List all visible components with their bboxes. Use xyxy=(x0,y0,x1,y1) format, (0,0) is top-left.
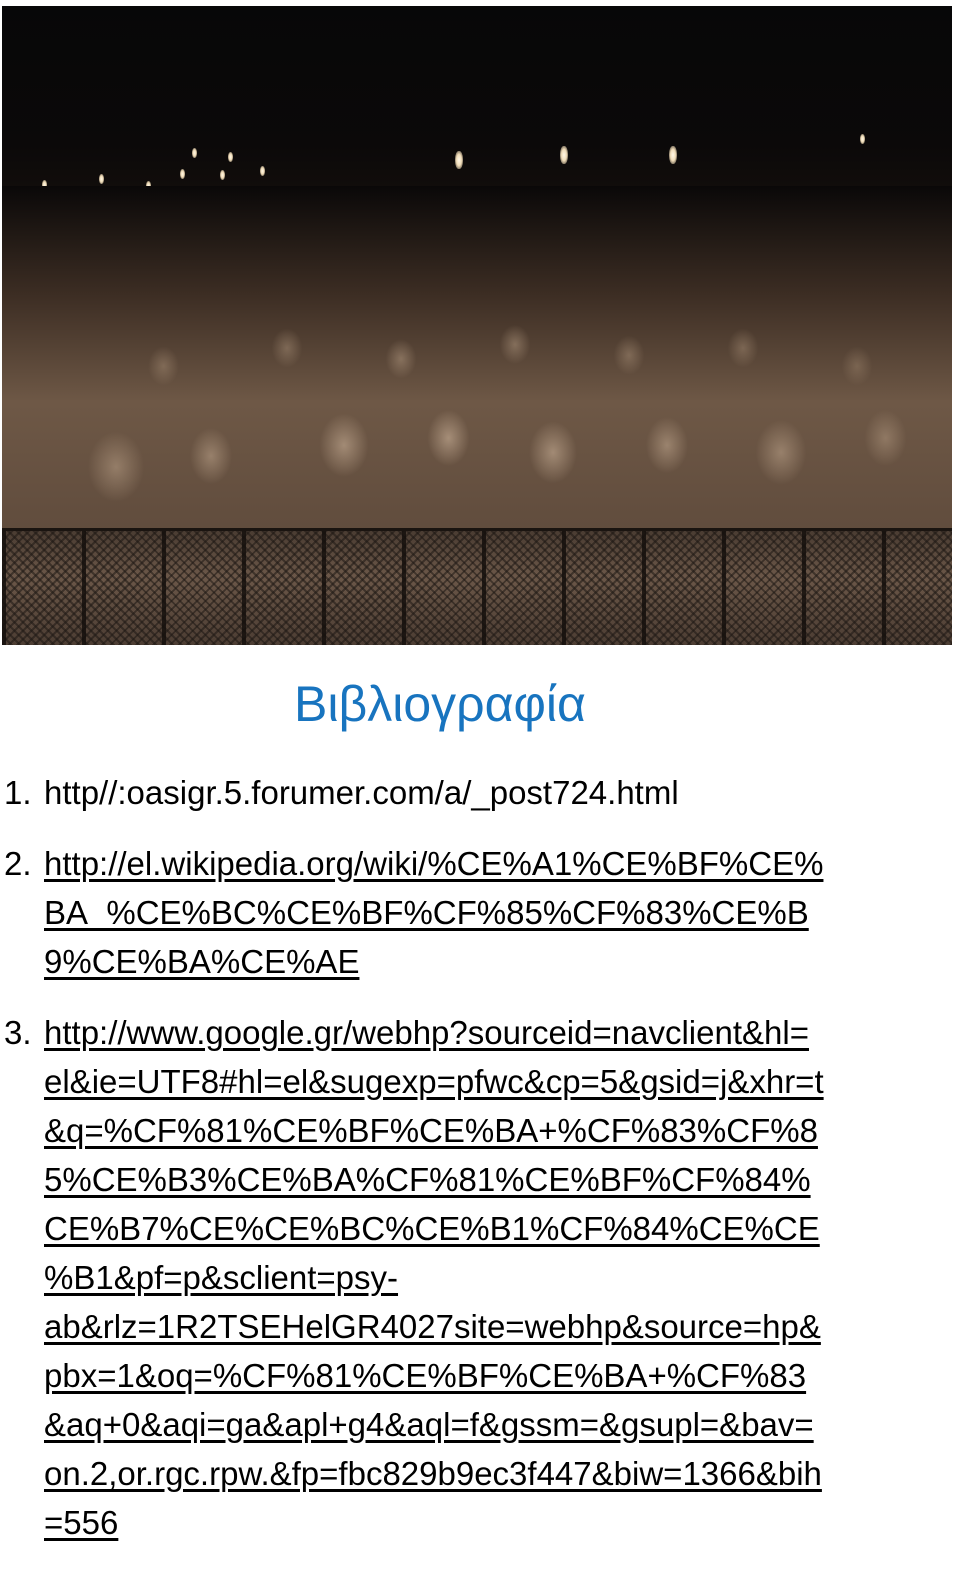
stage-light xyxy=(192,148,197,158)
reference-link[interactable]: http://el.wikipedia.org/wiki/%CE%A1%CE%B… xyxy=(44,839,924,986)
reference-line: &q=%CF%81%CE%BF%CE%BA+%CF%83%CF%8 xyxy=(44,1112,818,1149)
stage-light xyxy=(455,151,463,169)
stage-light xyxy=(669,146,677,164)
stage-light xyxy=(180,169,185,179)
reference-number: 3. xyxy=(4,1014,32,1051)
reference-line: %B1&pf=p&sclient=psy- xyxy=(44,1259,399,1296)
stage-light xyxy=(260,166,265,176)
night-sky xyxy=(2,6,952,206)
reference-line: 5%CE%B3%CE%BA%CF%81%CE%BF%CF%84% xyxy=(44,1161,811,1198)
metal-barrier xyxy=(2,531,952,645)
stage-light xyxy=(860,134,865,144)
stage-light xyxy=(228,152,233,162)
reference-item-1: 1. http//:oasigr.5.forumer.com/a/_post72… xyxy=(0,768,960,817)
stage-light xyxy=(560,146,568,164)
reference-line: =556 xyxy=(44,1504,119,1541)
reference-line: &aq+0&aqi=ga&apl+g4&aql=f&gssm=&gsupl=&b… xyxy=(44,1406,814,1443)
reference-link[interactable]: http://www.google.gr/webhp?sourceid=navc… xyxy=(44,1008,924,1547)
reference-number: 2. xyxy=(4,845,32,882)
crowd xyxy=(2,186,952,546)
reference-line: on.2,or.rgc.rpw.&fp=fbc829b9ec3f447&biw=… xyxy=(44,1455,822,1492)
reference-line: 9%CE%BA%CE%AE xyxy=(44,943,360,980)
reference-line: CE%B7%CE%CE%BC%CE%B1%CF%84%CE%CE xyxy=(44,1210,820,1247)
stage-light xyxy=(99,174,104,184)
stage-light xyxy=(220,170,225,180)
reference-item-3: 3. http://www.google.gr/webhp?sourceid=n… xyxy=(0,1008,960,1547)
page-title: Βιβλιογραφία xyxy=(294,676,586,732)
reference-line: BA_%CE%BC%CE%BF%CF%85%CF%83%CE%B xyxy=(44,894,809,931)
reference-number: 1. xyxy=(4,774,32,811)
reference-text: http//:oasigr.5.forumer.com/a/_post724.h… xyxy=(44,768,924,817)
reference-list: 1. http//:oasigr.5.forumer.com/a/_post72… xyxy=(0,768,960,1569)
reference-line: http//:oasigr.5.forumer.com/a/_post724.h… xyxy=(44,774,679,811)
reference-line: http://www.google.gr/webhp?sourceid=navc… xyxy=(44,1014,809,1051)
reference-line: pbx=1&oq=%CF%81%CE%BF%CE%BA+%CF%83 xyxy=(44,1357,807,1394)
reference-line: el&ie=UTF8#hl=el&sugexp=pfwc&cp=5&gsid=j… xyxy=(44,1063,824,1100)
concert-crowd-photo xyxy=(2,6,952,645)
reference-line: ab&rlz=1R2TSEHelGR4027site=webhp&source=… xyxy=(44,1308,821,1345)
reference-item-2: 2. http://el.wikipedia.org/wiki/%CE%A1%C… xyxy=(0,839,960,986)
reference-line: http://el.wikipedia.org/wiki/%CE%A1%CE%B… xyxy=(44,845,824,882)
